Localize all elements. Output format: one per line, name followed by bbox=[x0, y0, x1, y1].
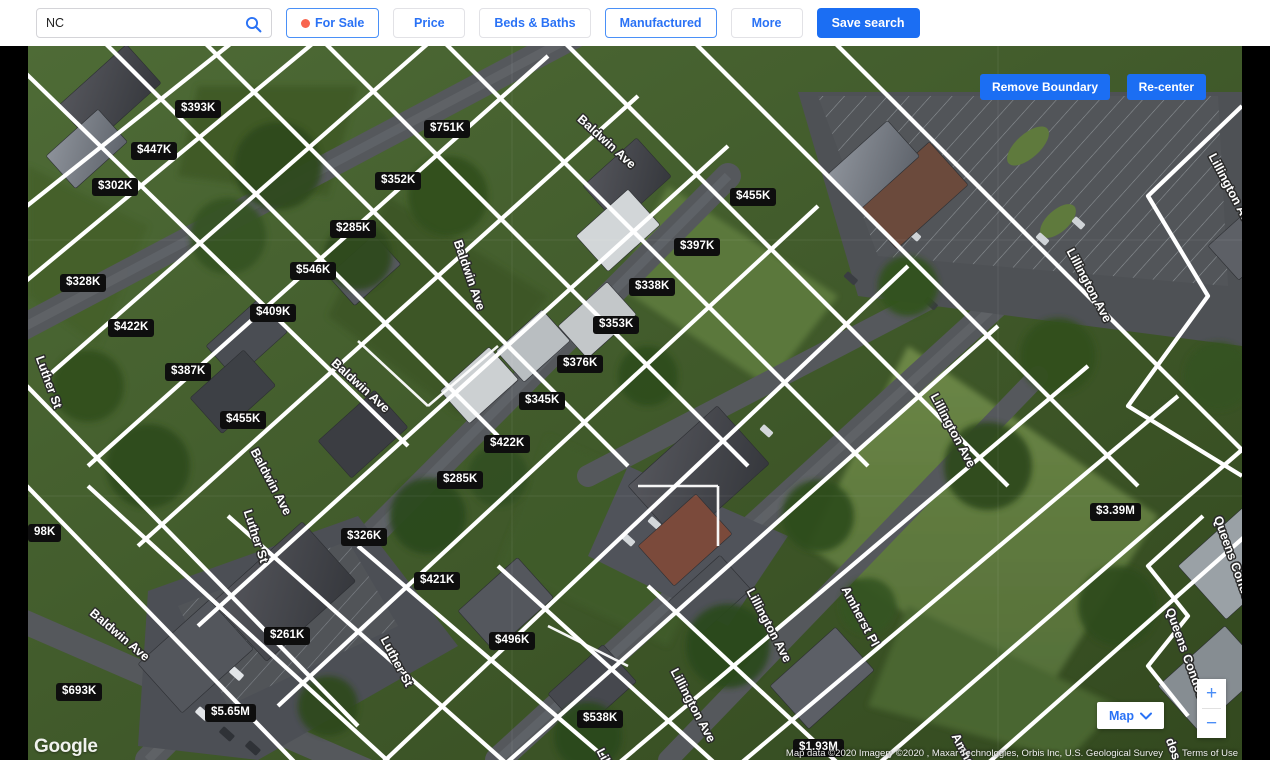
filter-more-button[interactable]: More bbox=[730, 8, 803, 38]
filter-manufactured-button[interactable]: Manufactured bbox=[604, 8, 717, 38]
map-type-label: Map bbox=[1109, 708, 1134, 723]
zoom-out-button[interactable]: − bbox=[1197, 709, 1226, 738]
price-marker[interactable]: $302K bbox=[92, 178, 139, 196]
filter-price-button[interactable]: Price bbox=[393, 8, 466, 38]
price-marker[interactable]: $447K bbox=[131, 142, 178, 160]
chevron-down-icon bbox=[1140, 712, 1152, 719]
search-input[interactable] bbox=[46, 10, 242, 36]
price-marker[interactable]: $546K bbox=[290, 262, 337, 280]
filter-label: More bbox=[751, 16, 782, 30]
map-attribution: Map data ©2020 Imagery ©2020 , Maxar Tec… bbox=[782, 747, 1242, 760]
filter-label: Beds & Baths bbox=[494, 16, 576, 30]
price-marker[interactable]: $285K bbox=[437, 471, 484, 489]
price-marker[interactable]: $387K bbox=[165, 363, 212, 381]
zillow-map-page: For Sale Price Beds & Baths Manufactured Mor… bbox=[0, 0, 1270, 760]
map-type-selector[interactable]: Map bbox=[1097, 702, 1164, 729]
filter-for-sale-button[interactable]: For Sale bbox=[286, 8, 380, 38]
price-marker[interactable]: $751K bbox=[424, 120, 471, 138]
filter-beds-baths-button[interactable]: Beds & Baths bbox=[479, 8, 591, 38]
price-marker[interactable]: $326K bbox=[341, 528, 388, 546]
google-watermark: Google bbox=[34, 736, 98, 757]
zoom-controls[interactable]: + − bbox=[1197, 679, 1226, 738]
terms-of-use-link[interactable]: Terms of Use bbox=[1172, 748, 1238, 759]
parcel-boundary-overlay bbox=[28, 46, 1242, 760]
filter-label: For Sale bbox=[315, 16, 365, 30]
price-marker[interactable]: $3.39M bbox=[1090, 503, 1141, 521]
price-marker[interactable]: $455K bbox=[730, 188, 777, 206]
price-marker[interactable]: $693K bbox=[56, 683, 103, 701]
price-marker[interactable]: $397K bbox=[674, 238, 721, 256]
price-marker[interactable]: $422K bbox=[108, 319, 155, 337]
price-marker[interactable]: $409K bbox=[250, 304, 297, 322]
zoom-in-button[interactable]: + bbox=[1197, 679, 1226, 708]
search-icon[interactable] bbox=[241, 12, 265, 36]
price-marker[interactable]: 98K bbox=[28, 524, 62, 542]
re-center-button[interactable]: Re-center bbox=[1126, 74, 1206, 100]
map-canvas[interactable]: Baldwin Ave Baldwin Ave Baldwin Ave Baldwin… bbox=[28, 46, 1242, 760]
filter-button-group: For Sale Price Beds & Baths Manufactured Mor… bbox=[286, 8, 803, 38]
price-marker[interactable]: $285K bbox=[330, 220, 377, 238]
price-marker[interactable]: $352K bbox=[375, 172, 422, 190]
price-marker[interactable]: $421K bbox=[414, 572, 461, 590]
for-sale-status-dot bbox=[301, 18, 310, 28]
price-marker[interactable]: $393K bbox=[175, 100, 222, 118]
price-marker[interactable]: $455K bbox=[220, 411, 267, 429]
price-marker[interactable]: $345K bbox=[519, 392, 566, 410]
price-marker[interactable]: $328K bbox=[60, 274, 107, 292]
price-marker[interactable]: $353K bbox=[593, 316, 640, 334]
filter-label: Manufactured bbox=[619, 16, 702, 30]
map-data-attribution: Map data ©2020 Imagery ©2020 , Maxar Tec… bbox=[785, 748, 1164, 759]
price-marker[interactable]: $422K bbox=[484, 435, 531, 453]
price-marker[interactable]: $538K bbox=[577, 710, 624, 728]
search-toolbar: For Sale Price Beds & Baths Manufactured Mor… bbox=[0, 0, 1270, 46]
filter-label: Price bbox=[414, 16, 445, 30]
remove-boundary-button[interactable]: Remove Boundary bbox=[979, 74, 1110, 100]
price-marker[interactable]: $261K bbox=[264, 627, 311, 645]
save-search-button[interactable]: Save search bbox=[816, 8, 920, 38]
price-marker[interactable]: $376K bbox=[557, 355, 604, 373]
price-marker[interactable]: $496K bbox=[489, 632, 536, 650]
price-marker[interactable]: $5.65M bbox=[205, 704, 256, 722]
search-box[interactable] bbox=[36, 8, 272, 38]
price-marker[interactable]: $338K bbox=[629, 278, 676, 296]
